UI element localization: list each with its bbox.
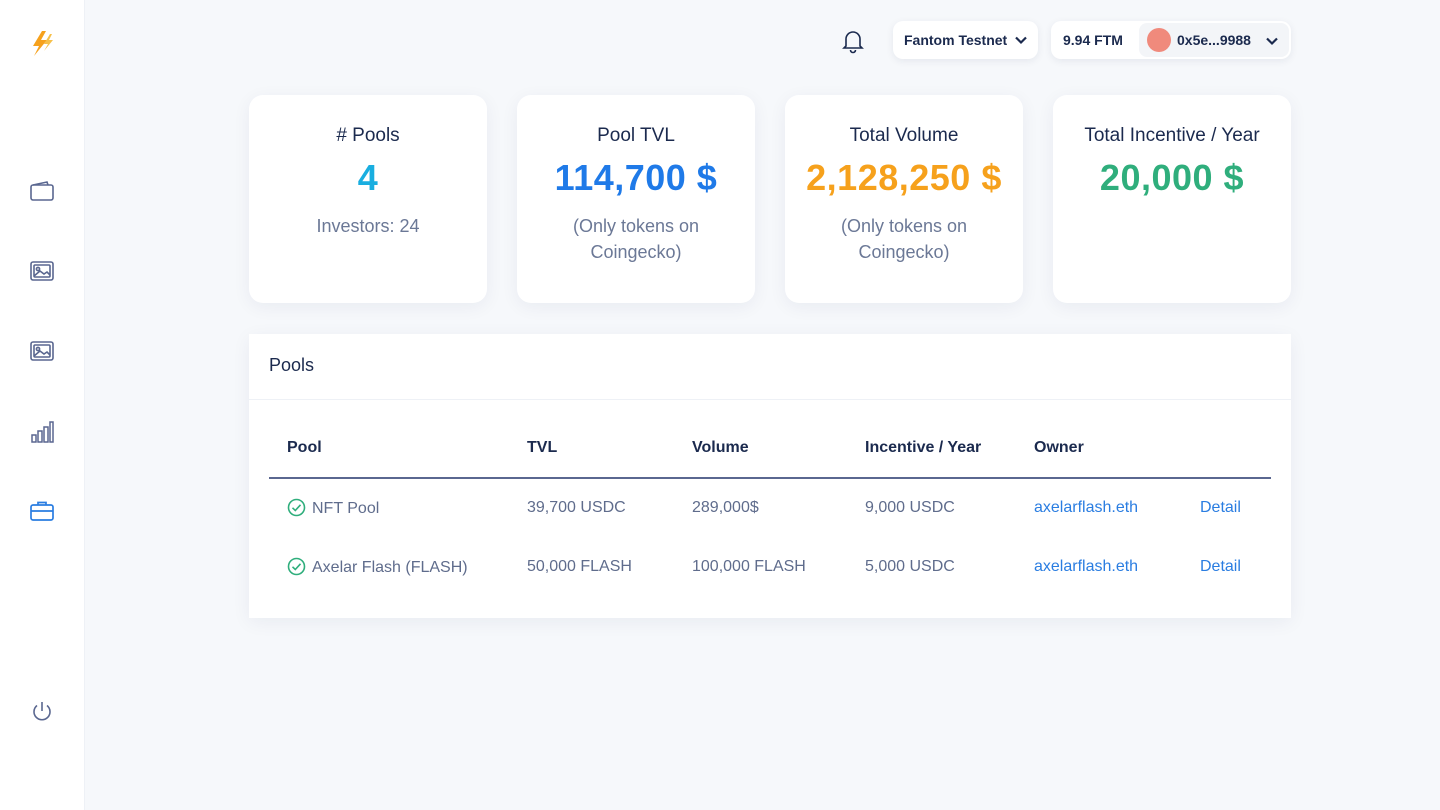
stat-card-tvl: Pool TVL 114,700 $ (Only tokens on Coing…	[517, 95, 755, 303]
pool-volume: 289,000$	[692, 499, 759, 516]
pool-incentive: 5,000 USDC	[865, 558, 955, 575]
pools-table-card: Pools Pool TVL Volume Incentive / Year O…	[249, 334, 1291, 618]
wallet-address: 0x5e...9988	[1177, 32, 1251, 48]
stat-value: 20,000 $	[1099, 157, 1245, 198]
gallery-icon[interactable]	[28, 257, 56, 285]
pool-incentive: 9,000 USDC	[865, 499, 955, 516]
chevron-down-icon	[1265, 34, 1279, 53]
stat-title: Total Incentive / Year	[1084, 125, 1260, 146]
column-header-incentive: Incentive / Year	[865, 439, 982, 456]
pool-tvl: 50,000 FLASH	[527, 558, 632, 575]
pool-volume: 100,000 FLASH	[692, 558, 806, 575]
stat-value: 114,700 $	[554, 157, 718, 198]
power-icon[interactable]	[28, 697, 56, 725]
pools-title: Pools	[249, 334, 1291, 400]
pool-name: NFT Pool	[312, 500, 380, 517]
column-header-volume: Volume	[692, 439, 749, 456]
column-header-tvl: TVL	[527, 439, 558, 456]
column-header-pool: Pool	[287, 439, 322, 456]
wallet-box: 9.94 FTM 0x5e...9988	[1051, 21, 1291, 59]
column-header-owner: Owner	[1034, 439, 1084, 456]
stat-note: (Only tokens on Coingecko)	[840, 216, 968, 262]
wallet-balance: 9.94 FTM	[1063, 32, 1123, 48]
stat-value: 4	[357, 157, 379, 198]
avatar	[1147, 28, 1171, 52]
collection-icon[interactable]	[28, 337, 56, 365]
detail-link[interactable]: Detail	[1200, 558, 1241, 576]
pool-owner-link[interactable]: axelarflash.eth	[1034, 558, 1138, 576]
stat-card-volume: Total Volume 2,128,250 $ (Only tokens on…	[785, 95, 1023, 303]
stat-title: Pool TVL	[597, 125, 675, 146]
stat-title: Total Volume	[849, 125, 959, 146]
wallet-icon[interactable]	[28, 177, 56, 205]
pool-tvl: 39,700 USDC	[527, 499, 626, 516]
stat-note: Investors: 24	[316, 216, 420, 236]
stat-card-pools: # Pools 4 Investors: 24	[249, 95, 487, 303]
pool-owner-link[interactable]: axelarflash.eth	[1034, 499, 1138, 517]
logo-icon[interactable]	[28, 28, 58, 58]
chevron-down-icon	[1014, 33, 1028, 50]
table-row: Axelar Flash (FLASH) 50,000 FLASH 100,00…	[249, 557, 1291, 598]
notification-bell-icon[interactable]	[840, 28, 866, 54]
detail-link[interactable]: Detail	[1200, 499, 1241, 517]
check-circle-icon	[287, 557, 306, 576]
sidebar	[0, 0, 85, 810]
table-row: NFT Pool 39,700 USDC 289,000$ 9,000 USDC…	[249, 498, 1291, 539]
account-button[interactable]: 0x5e...9988	[1139, 23, 1289, 57]
network-selector[interactable]: Fantom Testnet	[893, 21, 1038, 59]
network-label: Fantom Testnet	[904, 32, 1008, 48]
table-header-divider	[269, 477, 1271, 479]
stat-value: 2,128,250 $	[806, 157, 1002, 198]
pool-name: Axelar Flash (FLASH)	[312, 559, 468, 576]
briefcase-icon[interactable]	[28, 497, 56, 525]
stat-title: # Pools	[336, 125, 400, 146]
stat-note: (Only tokens on Coingecko)	[572, 216, 700, 262]
stat-card-incentive: Total Incentive / Year 20,000 $	[1053, 95, 1291, 303]
analytics-icon[interactable]	[28, 417, 56, 445]
check-circle-icon	[287, 498, 306, 517]
